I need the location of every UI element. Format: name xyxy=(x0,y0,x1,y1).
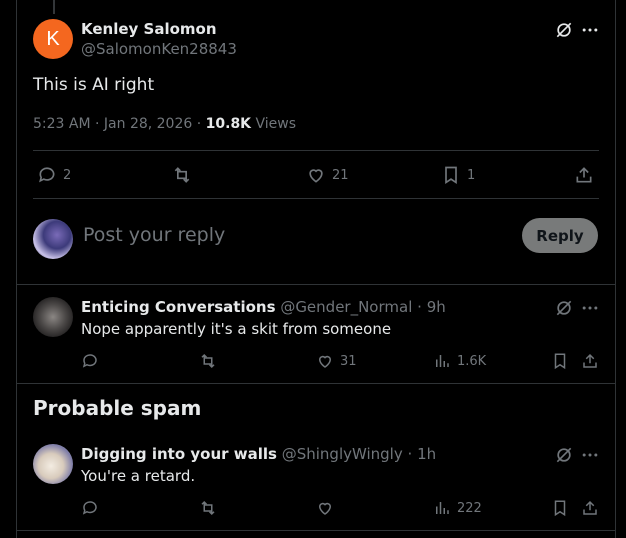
divider xyxy=(33,198,599,199)
reply-button[interactable] xyxy=(81,499,105,517)
current-user-avatar[interactable] xyxy=(33,219,73,259)
avatar-letter: K xyxy=(46,27,60,50)
reply-button[interactable]: 2 xyxy=(37,165,71,185)
more-options-icon[interactable] xyxy=(579,444,601,466)
retweet-icon xyxy=(201,353,215,369)
reply-submit-button[interactable]: Reply xyxy=(522,218,598,253)
retweet-button[interactable] xyxy=(199,352,223,370)
meta-separator: · xyxy=(95,116,100,132)
more-options-icon[interactable] xyxy=(579,297,601,319)
bookmark-button[interactable] xyxy=(551,499,569,517)
retweet-icon xyxy=(201,500,215,516)
retweet-icon xyxy=(174,167,190,183)
analytics-icon xyxy=(436,355,449,367)
views-button[interactable]: 222 xyxy=(433,499,482,517)
views-count: 222 xyxy=(457,500,482,516)
more-options-icon[interactable] xyxy=(579,19,601,41)
like-count: 21 xyxy=(332,167,349,183)
section-title: Probable spam xyxy=(33,396,202,420)
like-button[interactable] xyxy=(316,499,340,517)
reply-button[interactable] xyxy=(81,352,105,370)
heart-icon xyxy=(318,502,332,515)
grok-icon[interactable] xyxy=(553,297,575,319)
heart-icon xyxy=(318,355,332,368)
views-button[interactable]: 1.6K xyxy=(433,352,486,370)
reply-author-name[interactable]: Enticing Conversations xyxy=(81,298,276,316)
thread-connector-line xyxy=(53,0,55,14)
reply-author-avatar[interactable] xyxy=(33,297,73,337)
author-name[interactable]: Kenley Salomon xyxy=(81,20,217,38)
grok-icon[interactable] xyxy=(553,444,575,466)
divider xyxy=(17,530,615,531)
meta-separator: · xyxy=(417,298,422,316)
meta-separator: · xyxy=(196,116,202,132)
retweet-button[interactable] xyxy=(199,499,223,517)
divider xyxy=(17,383,615,384)
reply-text: Nope apparently it's a skit from someone xyxy=(81,320,392,338)
bookmark-button[interactable] xyxy=(551,352,569,370)
spam-author-avatar[interactable] xyxy=(33,444,73,484)
share-button[interactable] xyxy=(581,499,599,517)
reply-count: 2 xyxy=(63,167,72,183)
author-avatar[interactable]: K xyxy=(33,19,73,59)
heart-icon xyxy=(309,169,323,183)
spam-reply-header: Digging into your walls @ShinglyWingly ·… xyxy=(81,445,436,463)
spam-author-name[interactable]: Digging into your walls xyxy=(81,445,277,463)
like-button[interactable]: 21 xyxy=(306,165,349,185)
reply-time[interactable]: 9h xyxy=(427,298,446,316)
author-handle[interactable]: @SalomonKen28843 xyxy=(81,40,237,58)
divider xyxy=(17,284,615,285)
post-metadata: 5:23 AM · Jan 28, 2026 · 10.8K Views xyxy=(33,116,296,132)
retweet-button[interactable] xyxy=(172,165,198,185)
timeline-column: K Kenley Salomon @SalomonKen28843 This i… xyxy=(16,0,616,538)
spam-reply-text: You're a retard. xyxy=(81,467,196,485)
like-count: 31 xyxy=(340,353,357,369)
share-icon xyxy=(583,500,597,515)
bookmark-icon xyxy=(554,353,566,370)
post-date[interactable]: Jan 28, 2026 xyxy=(104,116,192,132)
post-time[interactable]: 5:23 AM xyxy=(33,116,91,132)
views-count: 10.8K xyxy=(205,116,252,132)
like-button[interactable]: 31 xyxy=(316,352,357,370)
reply-icon xyxy=(39,167,55,183)
post-text: This is AI right xyxy=(33,75,155,95)
bookmark-icon xyxy=(554,500,566,517)
views-label: Views xyxy=(255,116,297,132)
divider xyxy=(33,150,599,151)
spam-reply-time[interactable]: 1h xyxy=(417,445,436,463)
grok-icon[interactable] xyxy=(553,19,575,41)
reply-author-handle[interactable]: @Gender_Normal xyxy=(280,298,412,316)
bookmark-button[interactable]: 1 xyxy=(441,165,475,185)
reply-header: Enticing Conversations @Gender_Normal · … xyxy=(81,298,446,316)
share-icon xyxy=(576,167,592,183)
views-count: 1.6K xyxy=(457,353,487,369)
share-button[interactable] xyxy=(574,165,594,185)
bookmark-count: 1 xyxy=(467,167,476,183)
spam-author-handle[interactable]: @ShinglyWingly xyxy=(282,445,403,463)
reply-input[interactable]: Post your reply xyxy=(83,224,225,246)
reply-icon xyxy=(82,354,97,368)
analytics-icon xyxy=(436,502,449,514)
share-button[interactable] xyxy=(581,352,599,370)
reply-icon xyxy=(82,501,97,515)
meta-separator: · xyxy=(407,445,413,463)
bookmark-icon xyxy=(445,166,457,185)
share-icon xyxy=(583,353,597,368)
